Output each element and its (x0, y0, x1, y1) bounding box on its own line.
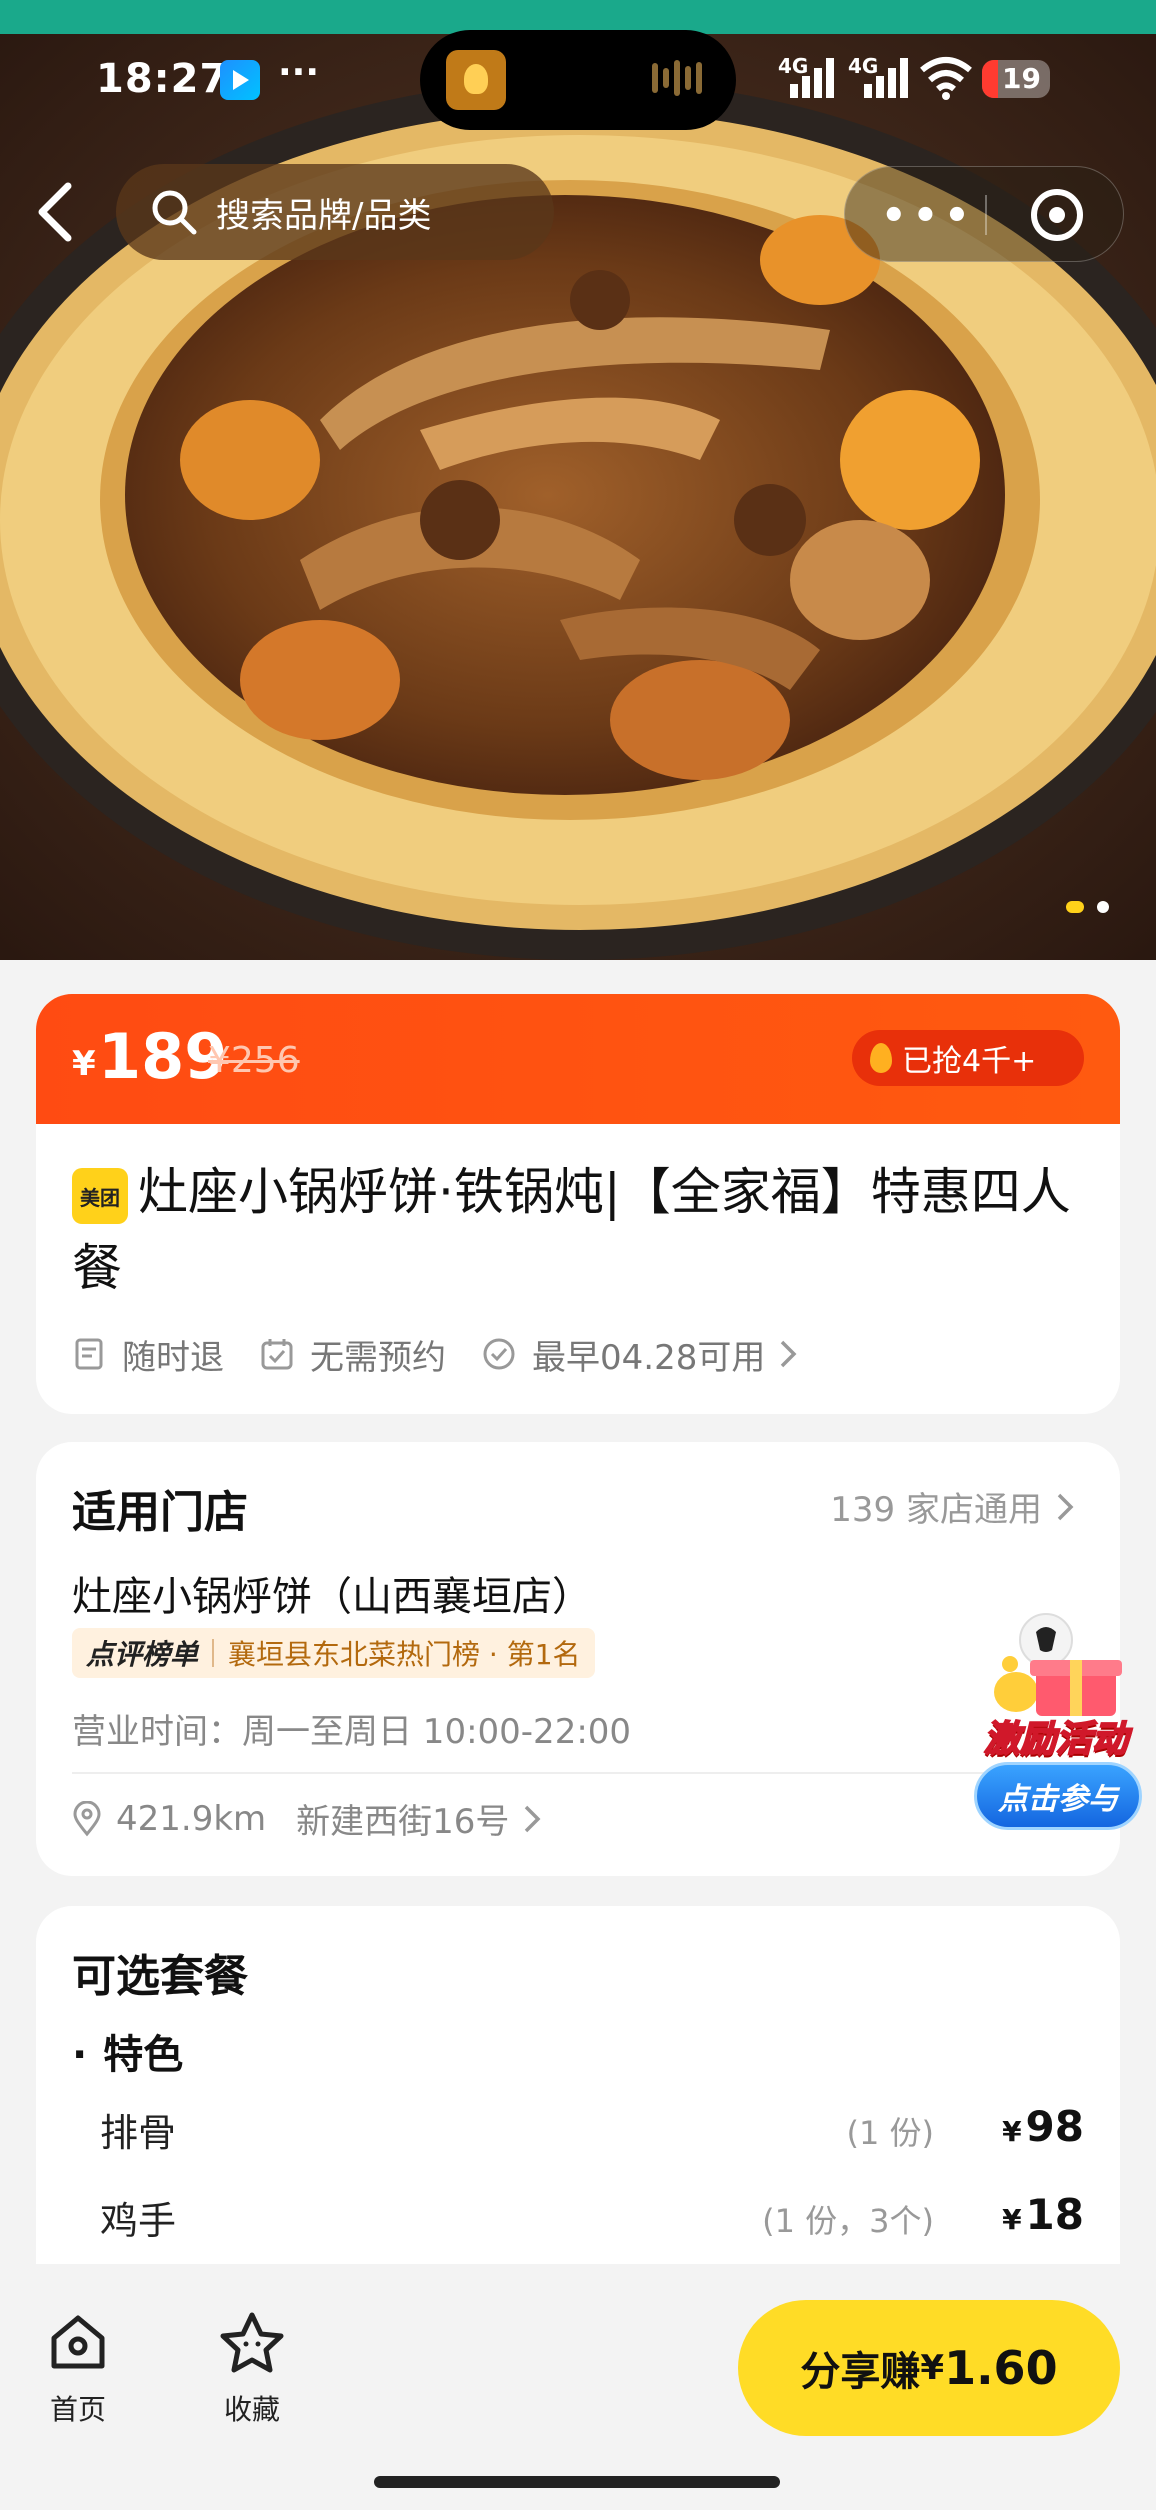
package-item-name: 鸡手 (100, 2199, 177, 2243)
gift-mascot-icon (994, 1613, 1122, 1716)
package-item-qty: (1 份) (846, 2114, 934, 2152)
tab-home[interactable]: 首页 (18, 2310, 138, 2428)
package-item-price-value: 18 (1025, 2190, 1084, 2239)
share-amount: 1.60 (944, 2341, 1058, 2395)
ranking-badge[interactable]: 点评榜单 襄垣县东北菜热门榜 · 第1名 (72, 1628, 595, 1678)
capsule-divider (985, 195, 987, 235)
check-circle-icon (483, 1338, 515, 1370)
wifi-icon (920, 57, 972, 100)
bottom-action-bar: 首页 收藏 分享赚 ¥ 1.60 (0, 2264, 1156, 2510)
home-icon (51, 2315, 105, 2369)
search-icon (152, 190, 197, 235)
tag-available-date: 最早04.28可用 (482, 1330, 799, 1379)
ranking-text: 襄垣县东北菜热门榜 · 第1名 (228, 1638, 581, 1671)
more-icon[interactable]: ••• (881, 193, 976, 239)
share-currency: ¥ (920, 2348, 945, 2388)
battery-icon: 19 (982, 60, 1050, 98)
chevron-right-icon (1057, 1493, 1074, 1520)
divider (72, 1772, 1084, 1774)
tag-label: 最早04.28可用 (532, 1337, 766, 1378)
back-arrow-icon[interactable] (30, 180, 80, 244)
section-title-stores: 适用门店 (72, 1487, 248, 1538)
store-count-link[interactable]: 139 家店通用 (830, 1482, 1076, 1531)
package-item-price: ¥98 (1002, 2102, 1084, 2151)
signal-icon-2 (864, 58, 908, 98)
store-card: 适用门店 139 家店通用 灶座小锅烀饼（山西襄垣店） 点评榜单 襄垣县东北菜热… (36, 1442, 1120, 1876)
star-icon (220, 2312, 284, 2373)
audio-wave-icon (652, 60, 712, 100)
package-item-price: ¥18 (1002, 2190, 1084, 2239)
tag-refund: 随时退 (72, 1330, 224, 1379)
tab-home-label: 首页 (49, 2393, 106, 2426)
tencent-video-icon (220, 60, 260, 100)
receipt-icon (75, 1338, 103, 1370)
incentive-promo-widget[interactable]: 激励活动 点击参与 (966, 1610, 1146, 1840)
currency-symbol: ¥ (1002, 2115, 1022, 2148)
ranking-separator (212, 1639, 215, 1667)
tab-favorites-label: 收藏 (223, 2393, 280, 2426)
flame-icon (870, 1043, 892, 1073)
package-options-card: 可选套餐 特色 排骨 (1 份) ¥98 鸡手 (1 份，3个) ¥18 (36, 1906, 1120, 2266)
package-item-name: 排骨 (100, 2111, 177, 2155)
deal-tags[interactable]: 随时退 无需预约 最早04.28可用 (72, 1324, 1112, 1384)
share-label: 分享赚 (800, 2349, 921, 2395)
deal-title: 灶座小锅烀饼·铁锅炖|【全家福】特惠四人餐 (72, 1163, 1071, 1297)
signal-icon (790, 58, 834, 98)
chevron-right-icon (781, 1340, 797, 1368)
section-title-packages: 可选套餐 (72, 1951, 248, 2002)
currency-symbol: ¥ (72, 1044, 96, 1084)
meituan-badge: 美团 (72, 1168, 128, 1224)
sold-count-text: 已抢4千+ (902, 1044, 1037, 1079)
business-hours: 营业时间：周一至周日 10:00-22:00 (72, 1712, 632, 1752)
location-pin-icon (73, 1800, 101, 1836)
search-bar[interactable]: 搜索品牌/品类 (116, 164, 554, 260)
promo-join-button[interactable]: 点击参与 (974, 1762, 1142, 1830)
home-indicator[interactable] (374, 2476, 780, 2488)
chevron-right-icon (525, 1805, 541, 1832)
address-link[interactable]: 421.9km 新建西街16号 (72, 1794, 543, 1843)
package-item-price-value: 98 (1025, 2102, 1084, 2151)
carousel-dot (1097, 901, 1110, 913)
carousel-dot-active (1066, 901, 1084, 913)
battery-level (982, 60, 998, 98)
close-miniprogram-icon[interactable] (1031, 189, 1083, 241)
package-group-label: 特色 (72, 2022, 183, 2080)
miniprogram-capsule: ••• (844, 166, 1124, 262)
status-bar: 18:27 ··· 4G 4G 19 (0, 0, 1156, 160)
tag-no-reservation: 无需预约 (260, 1330, 446, 1379)
search-placeholder: 搜索品牌/品类 (216, 195, 432, 236)
carousel-indicator (1066, 898, 1117, 917)
currency-symbol: ¥ (1002, 2203, 1022, 2236)
package-item: 排骨 (1 份) ¥98 (100, 2102, 1084, 2162)
share-earn-button[interactable]: 分享赚 ¥ 1.60 (738, 2300, 1120, 2436)
deal-summary-card: ¥ 189 ¥256 已抢4千+ 灶座小锅烀饼·铁锅炖|【全家福】特惠四人餐 美… (36, 994, 1120, 1414)
tag-label: 无需预约 (310, 1337, 446, 1378)
battery-percent: 19 (1002, 62, 1041, 95)
store-address: 新建西街16号 (296, 1802, 510, 1842)
sold-count-badge: 已抢4千+ (852, 1030, 1084, 1086)
status-more: ··· (278, 52, 320, 93)
tag-label: 随时退 (122, 1337, 224, 1378)
store-distance: 421.9km (116, 1798, 267, 1839)
tab-favorites[interactable]: 收藏 (192, 2310, 312, 2428)
price-banner: ¥ 189 ¥256 已抢4千+ (36, 994, 1120, 1124)
package-item: 鸡手 (1 份，3个) ¥18 (100, 2190, 1084, 2250)
deal-info: 灶座小锅烀饼·铁锅炖|【全家福】特惠四人餐 美团 随时退 无需预约 最早04.2… (36, 1124, 1120, 1414)
status-time: 18:27 (96, 56, 229, 102)
promo-title: 激励活动 (983, 1718, 1129, 1761)
music-app-icon (446, 50, 506, 110)
package-item-qty: (1 份，3个) (762, 2202, 934, 2240)
store-name[interactable]: 灶座小锅烀饼（山西襄垣店） (72, 1564, 592, 1622)
original-price: ¥256 (208, 1040, 300, 1081)
calendar-check-icon (261, 1339, 293, 1370)
store-count-text: 139 家店通用 (830, 1490, 1042, 1530)
ranking-label: 点评榜单 (86, 1638, 199, 1671)
